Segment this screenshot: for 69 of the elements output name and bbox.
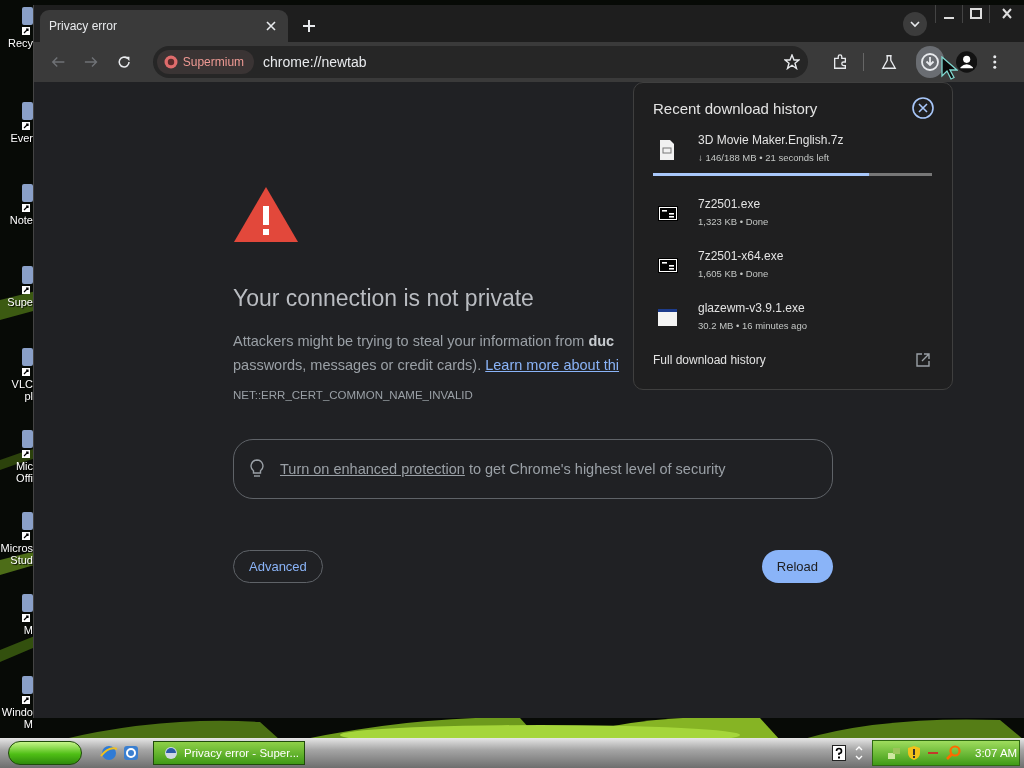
puzzle-piece-icon[interactable]: [831, 53, 848, 71]
warning-icon: [233, 186, 299, 243]
shortcut-icon[interactable]: [21, 182, 33, 212]
star-icon[interactable]: [783, 54, 800, 70]
reload-icon[interactable]: [117, 54, 132, 70]
error-heading: Your connection is not private: [233, 284, 534, 312]
icon-label: Recy: [7, 37, 33, 49]
arrows-icon[interactable]: [854, 745, 864, 761]
menu-icon[interactable]: [993, 54, 997, 70]
icon-label: VLC: [11, 378, 33, 390]
icon-label: M: [23, 718, 33, 730]
download-item[interactable]: 7z2501.exe 1,323 KB • Done: [653, 197, 932, 249]
help-icon[interactable]: [832, 745, 846, 761]
error-code: NET::ERR_CERT_COMMON_NAME_INVALID: [233, 389, 473, 401]
icon-label: Note: [9, 214, 33, 226]
icon-label: pl: [24, 390, 33, 402]
icon-label: Windo: [1, 706, 33, 718]
download-status: ↓ 146/188 MB • 21 seconds left: [698, 152, 831, 163]
popup-title: Recent download history: [653, 99, 818, 117]
address-bar[interactable]: Supermium chrome://newtab: [152, 46, 808, 78]
protection-text: Turn on enhanced protection to get Chrome's highest level of security: [280, 461, 726, 477]
enhanced-protection-link[interactable]: Turn on enhanced protection: [280, 461, 465, 477]
shortcut-icon[interactable]: [21, 592, 33, 622]
full-history-link[interactable]: Full download history: [653, 353, 766, 367]
shortcut-icon[interactable]: [21, 264, 33, 294]
open-external-icon[interactable]: [916, 353, 930, 367]
download-status: 1,323 KB • Done: [698, 216, 769, 227]
shortcut-icon[interactable]: [21, 674, 33, 704]
file-name: 7z2501-x64.exe: [698, 249, 784, 263]
flask-icon[interactable]: [880, 53, 897, 71]
globe-icon: [164, 746, 178, 760]
download-status: 1,605 KB • Done: [698, 268, 770, 279]
shortcut-icon[interactable]: [21, 346, 33, 376]
file-name: glazewm-v3.9.1.exe: [698, 301, 806, 315]
plus-icon[interactable]: [302, 19, 316, 33]
download-item[interactable]: glazewm-v3.9.1.exe 30.2 MB • 16 minutes ago: [653, 301, 932, 353]
browser-tab[interactable]: Privacy error: [40, 10, 288, 42]
download-item[interactable]: 3D Movie Maker.English.7z ↓ 146/188 MB • 21 seconds left: [653, 133, 932, 185]
lightbulb-icon: [250, 459, 264, 479]
window-icon: [658, 307, 678, 329]
reload-button[interactable]: Reload: [761, 550, 833, 583]
download-button[interactable]: [915, 46, 945, 78]
icon-label: Offi: [16, 472, 33, 484]
shortcut-icon[interactable]: [21, 100, 33, 130]
person-icon[interactable]: [956, 50, 978, 74]
icon-label: Stud: [10, 554, 33, 566]
chevron-down-icon[interactable]: [903, 12, 927, 36]
shortcut-icon[interactable]: [21, 510, 33, 540]
download-item[interactable]: 7z2501-x64.exe 1,605 KB • Done: [653, 249, 932, 301]
learn-more-link[interactable]: Learn more about thi: [485, 357, 620, 373]
site-chip[interactable]: Supermium: [156, 50, 255, 74]
download-icon: [919, 52, 940, 72]
icon-label: Supe: [7, 296, 33, 308]
file-name: 3D Movie Maker.English.7z: [698, 133, 844, 147]
warning-text: Attackers might be trying to steal your information from duc passwords, messages or credit cards). Learn more about thi: [233, 332, 620, 375]
warning-circle-icon: [163, 55, 178, 69]
clock: 3:07 AM: [975, 747, 1018, 759]
icon-label: M: [23, 624, 33, 636]
shield-icon[interactable]: [907, 745, 921, 761]
start-button[interactable]: [8, 741, 82, 765]
icon-label: Ever: [10, 132, 33, 144]
icon-label: Micros: [0, 542, 33, 554]
shortcut-icon[interactable]: [21, 5, 33, 35]
icon-label: Mic: [15, 460, 33, 472]
shortcut-icon[interactable]: [21, 428, 33, 458]
file-name: 7z2501.exe: [698, 197, 762, 211]
cursor-icon: [941, 56, 958, 80]
download-status: 30.2 MB • 16 minutes ago: [698, 320, 807, 331]
url-text: chrome://newtab: [263, 54, 367, 70]
